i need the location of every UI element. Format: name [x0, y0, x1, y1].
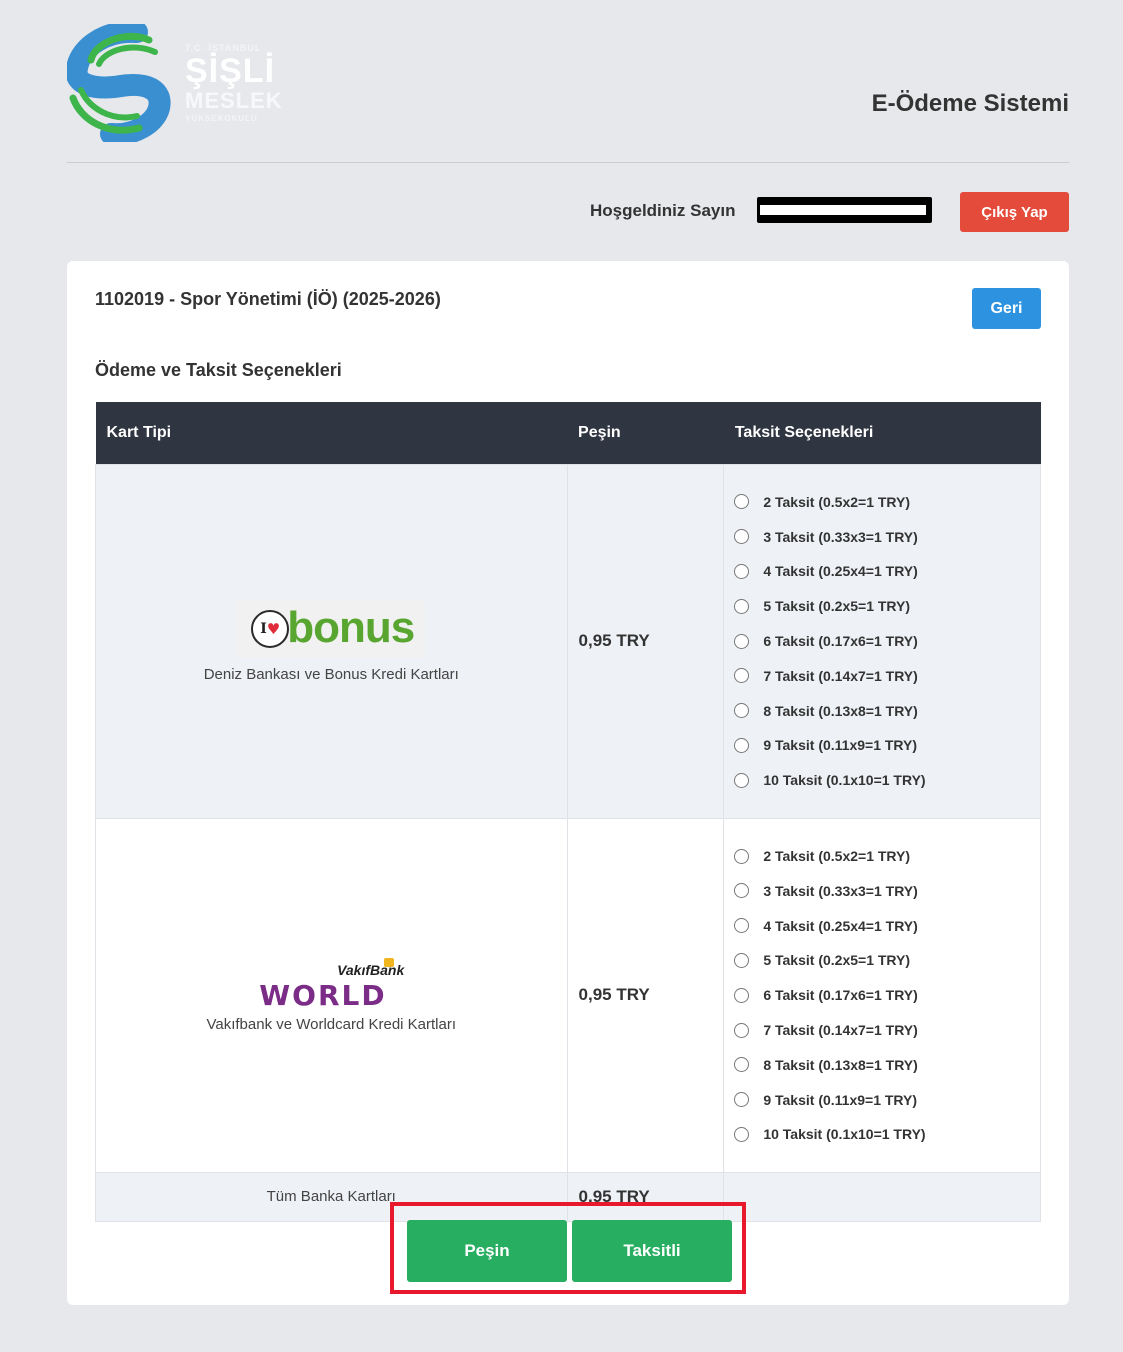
radio-button[interactable] — [734, 563, 750, 579]
card-label: Vakıfbank ve Worldcard Kredi Kartları — [206, 1015, 457, 1033]
installment-list: 2 Taksit (0.5x2=1 TRY) 3 Taksit (0.33x3=… — [724, 465, 1040, 818]
card-type-cell: VakıfBank WORLD Vakıfbank ve Worldcard K… — [95, 817, 568, 1173]
radio-button[interactable] — [734, 883, 750, 899]
header-cash: Peşin — [578, 423, 621, 441]
radio-button[interactable] — [734, 1092, 750, 1108]
vakifbank-text: VakıfBank — [337, 961, 405, 978]
installment-label: 7 Taksit (0.14x7=1 TRY) — [763, 1022, 918, 1039]
app-title: E-Ödeme Sistemi — [871, 90, 1069, 117]
radio-button[interactable] — [734, 633, 750, 649]
installment-label: 4 Taksit (0.25x4=1 TRY) — [763, 563, 918, 580]
installment-label: 2 Taksit (0.5x2=1 TRY) — [763, 493, 911, 510]
world-text: WORLD — [259, 978, 387, 1012]
program-title: 1102019 - Spor Yönetimi (İÖ) (2025-2026) — [95, 289, 441, 309]
redacted-username — [757, 197, 932, 223]
installment-cell: 2 Taksit (0.5x2=1 TRY) 3 Taksit (0.33x3=… — [723, 817, 1041, 1173]
installment-option[interactable]: 4 Taksit (0.25x4=1 TRY) — [734, 554, 1030, 589]
installment-label: 8 Taksit (0.13x8=1 TRY) — [763, 1056, 918, 1073]
installment-option[interactable]: 10 Taksit (0.1x10=1 TRY) — [734, 1117, 1030, 1152]
radio-button[interactable] — [734, 1126, 750, 1142]
logo-text: T.C. İSTANBUL ŞİŞLİ MESLEK YÜKSEKOKULU — [185, 44, 283, 123]
radio-button[interactable] — [734, 1022, 750, 1038]
installment-label: 6 Taksit (0.17x6=1 TRY) — [763, 633, 918, 650]
installment-option[interactable]: 4 Taksit (0.25x4=1 TRY) — [734, 908, 1030, 943]
logo-line-2: ŞİŞLİ — [185, 52, 276, 90]
payment-card: 1102019 - Spor Yönetimi (İÖ) (2025-2026)… — [67, 261, 1069, 1305]
logo-line-3: MESLEK — [185, 88, 283, 113]
table-row-worldcard: VakıfBank WORLD Vakıfbank ve Worldcard K… — [95, 817, 1041, 1173]
installment-option[interactable]: 2 Taksit (0.5x2=1 TRY) — [734, 839, 1030, 874]
pay-cash-button[interactable]: Peşin — [407, 1220, 567, 1282]
table-header-row: Kart Tipi Peşin Taksit Seçenekleri — [95, 402, 1041, 464]
radio-button[interactable] — [734, 918, 750, 934]
action-highlight-box: Peşin Taksitli — [390, 1202, 746, 1294]
installment-cell-empty — [723, 1171, 1041, 1222]
logo-line-4: YÜKSEKOKULU — [185, 114, 258, 123]
installment-label: 4 Taksit (0.25x4=1 TRY) — [763, 917, 918, 934]
cash-price: 0,95 TRY — [566, 463, 725, 819]
radio-button[interactable] — [734, 494, 750, 510]
school-logo: T.C. İSTANBUL ŞİŞLİ MESLEK YÜKSEKOKULU — [67, 24, 287, 142]
installment-option[interactable]: 3 Taksit (0.33x3=1 TRY) — [734, 519, 1030, 554]
installment-option[interactable]: 9 Taksit (0.11x9=1 TRY) — [734, 1082, 1030, 1117]
installment-option[interactable]: 8 Taksit (0.13x8=1 TRY) — [734, 693, 1030, 728]
radio-button[interactable] — [734, 952, 750, 968]
card-type-cell: I ♥ bonus Deniz Bankası ve Bonus Kredi Ka… — [95, 463, 568, 819]
header-card-type: Kart Tipi — [106, 423, 172, 441]
installment-option[interactable]: 9 Taksit (0.11x9=1 TRY) — [734, 728, 1030, 763]
table-row-bonus: I ♥ bonus Deniz Bankası ve Bonus Kredi Ka… — [95, 463, 1041, 819]
bonus-heart-badge: I ♥ — [251, 609, 290, 648]
section-title: Ödeme ve Taksit Seçenekleri — [95, 360, 342, 380]
installment-option[interactable]: 5 Taksit (0.2x5=1 TRY) — [734, 943, 1030, 978]
installment-option[interactable]: 6 Taksit (0.17x6=1 TRY) — [734, 978, 1030, 1013]
bonus-logo: I ♥ bonus — [237, 599, 426, 658]
radio-button[interactable] — [734, 848, 750, 864]
installment-label: 5 Taksit (0.2x5=1 TRY) — [763, 598, 911, 615]
radio-button[interactable] — [734, 737, 750, 753]
installment-option[interactable]: 3 Taksit (0.33x3=1 TRY) — [734, 873, 1030, 908]
bonus-word: bonus — [287, 602, 415, 652]
installment-label: 5 Taksit (0.2x5=1 TRY) — [763, 952, 911, 969]
radio-button[interactable] — [734, 987, 750, 1003]
installment-option[interactable]: 6 Taksit (0.17x6=1 TRY) — [734, 624, 1030, 659]
logout-button[interactable]: Çıkış Yap — [960, 192, 1069, 232]
installment-label: 9 Taksit (0.11x9=1 TRY) — [763, 1091, 918, 1108]
installment-label: 3 Taksit (0.33x3=1 TRY) — [763, 528, 918, 545]
installment-label: 8 Taksit (0.13x8=1 TRY) — [763, 702, 918, 719]
installment-option[interactable]: 10 Taksit (0.1x10=1 TRY) — [734, 763, 1030, 798]
installment-label: 10 Taksit (0.1x10=1 TRY) — [763, 772, 926, 789]
installment-label: 10 Taksit (0.1x10=1 TRY) — [763, 1126, 926, 1143]
radio-button[interactable] — [734, 703, 750, 719]
installment-label: 6 Taksit (0.17x6=1 TRY) — [763, 987, 918, 1004]
installment-cell: 2 Taksit (0.5x2=1 TRY) 3 Taksit (0.33x3=… — [723, 463, 1041, 819]
header-installments: Taksit Seçenekleri — [734, 423, 874, 441]
installment-option[interactable]: 8 Taksit (0.13x8=1 TRY) — [734, 1047, 1030, 1082]
header: T.C. İSTANBUL ŞİŞLİ MESLEK YÜKSEKOKULU E… — [67, 0, 1069, 163]
installment-option[interactable]: 5 Taksit (0.2x5=1 TRY) — [734, 589, 1030, 624]
welcome-bar: Hoşgeldiniz Sayın Çıkış Yap — [67, 163, 1069, 261]
installment-option[interactable]: 7 Taksit (0.14x7=1 TRY) — [734, 658, 1030, 693]
installment-option[interactable]: 7 Taksit (0.14x7=1 TRY) — [734, 1013, 1030, 1048]
radio-button[interactable] — [734, 1057, 750, 1073]
installment-option[interactable]: 2 Taksit (0.5x2=1 TRY) — [734, 485, 1030, 520]
radio-button[interactable] — [734, 668, 750, 684]
welcome-text: Hoşgeldiniz Sayın — [590, 201, 736, 220]
worldcard-logo: VakıfBank WORLD — [256, 957, 406, 1012]
sisli-swirl-icon — [67, 24, 171, 142]
installment-label: 7 Taksit (0.14x7=1 TRY) — [763, 667, 918, 684]
installment-label: 9 Taksit (0.11x9=1 TRY) — [763, 737, 918, 754]
cash-price: 0,95 TRY — [566, 817, 725, 1173]
radio-button[interactable] — [734, 529, 750, 545]
radio-button[interactable] — [734, 598, 750, 614]
page-container: T.C. İSTANBUL ŞİŞLİ MESLEK YÜKSEKOKULU E… — [67, 0, 1069, 1305]
installment-label: 2 Taksit (0.5x2=1 TRY) — [763, 848, 911, 865]
installment-list: 2 Taksit (0.5x2=1 TRY) 3 Taksit (0.33x3=… — [724, 819, 1040, 1172]
back-button[interactable]: Geri — [972, 288, 1041, 329]
radio-button[interactable] — [734, 772, 750, 788]
card-label: Deniz Bankası ve Bonus Kredi Kartları — [203, 665, 459, 683]
payment-options-table: Kart Tipi Peşin Taksit Seçenekleri I ♥ bo… — [95, 402, 1041, 1222]
pay-installment-button[interactable]: Taksitli — [572, 1220, 732, 1282]
installment-label: 3 Taksit (0.33x3=1 TRY) — [763, 882, 918, 899]
